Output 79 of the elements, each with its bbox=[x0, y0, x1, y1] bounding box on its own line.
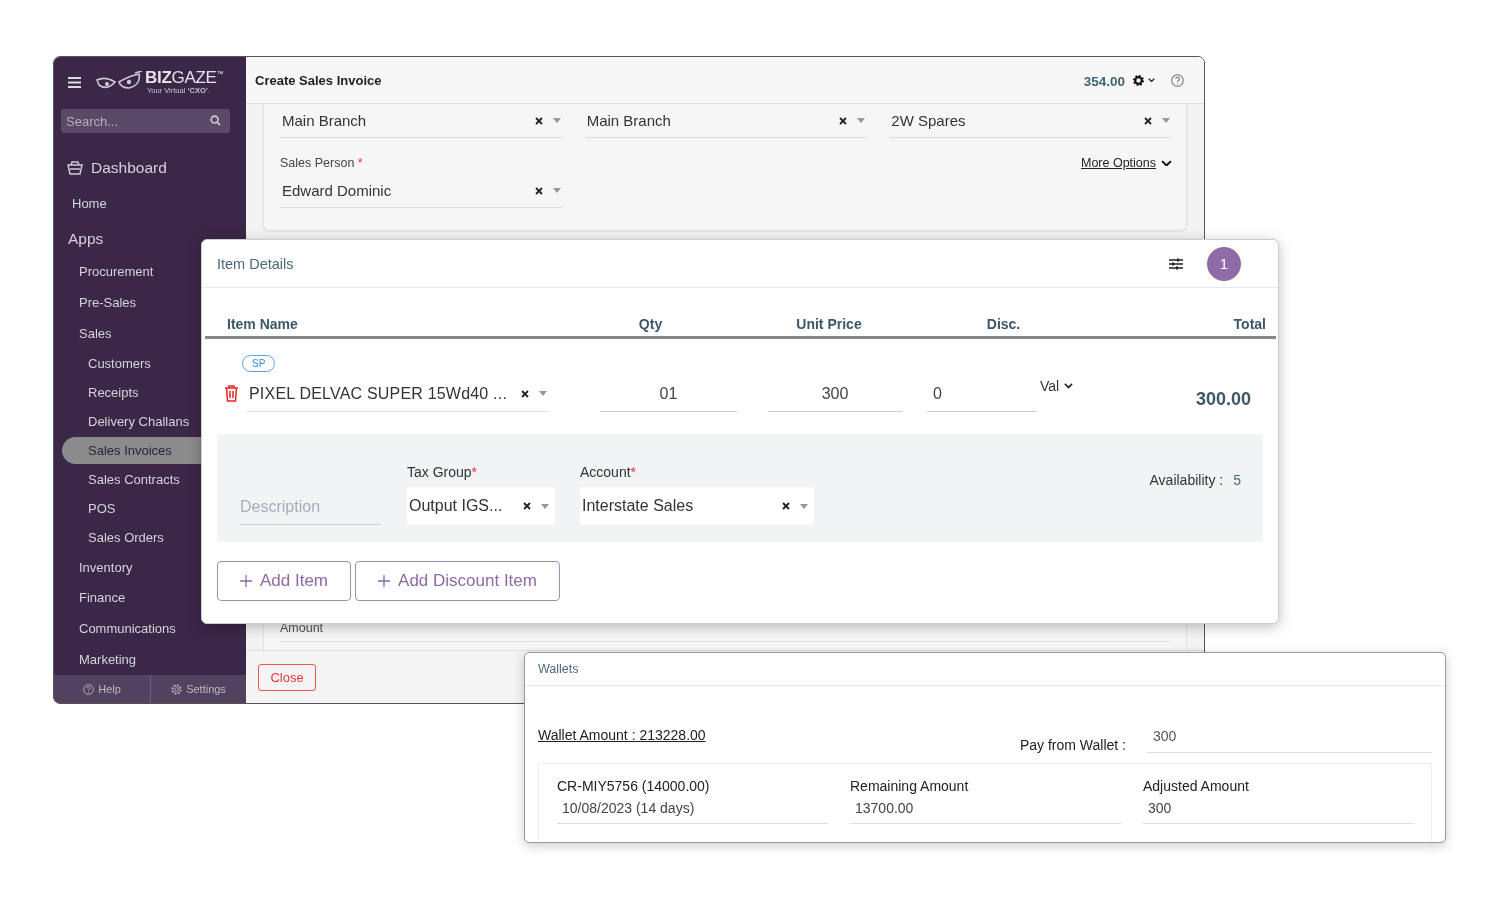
qty-field[interactable]: 01 bbox=[600, 376, 737, 412]
balance-amount: 354.00 bbox=[1083, 74, 1125, 89]
wallet-date: 10/08/2023 (14 days) bbox=[557, 800, 828, 824]
clear-icon[interactable] bbox=[535, 186, 543, 195]
help-link[interactable]: Help bbox=[54, 675, 150, 703]
plus-icon bbox=[240, 575, 252, 587]
discount-type-dropdown[interactable]: Val bbox=[1037, 368, 1100, 404]
page-title: Create Sales Invoice bbox=[255, 72, 383, 88]
caret-icon bbox=[857, 118, 866, 123]
caret-icon bbox=[541, 503, 549, 509]
column-header: Unit Price bbox=[795, 316, 863, 332]
help-icon[interactable] bbox=[1171, 73, 1184, 87]
select-field[interactable]: 2W Spares bbox=[889, 104, 1172, 138]
unit-price-field[interactable]: 300 bbox=[768, 376, 902, 412]
account-select[interactable]: Interstate Sales bbox=[580, 487, 814, 525]
caret-icon bbox=[553, 188, 561, 193]
field-label: Remaining Amount bbox=[850, 778, 970, 794]
select-field[interactable]: Edward Dominic bbox=[280, 174, 563, 208]
clear-icon[interactable] bbox=[1144, 116, 1152, 125]
caret-icon bbox=[539, 391, 547, 396]
column-header: Qty bbox=[637, 316, 664, 332]
add-item-button[interactable]: Add Item bbox=[217, 561, 352, 601]
adjusted-amount-field[interactable]: 300 bbox=[1143, 800, 1414, 824]
brand-name: BIZGAZE$^{™}$ bbox=[145, 69, 224, 87]
trash-icon[interactable] bbox=[224, 385, 239, 402]
chevron-down-icon bbox=[1064, 383, 1074, 389]
clear-icon[interactable] bbox=[839, 116, 848, 125]
pay-amount-field[interactable]: 300 bbox=[1147, 724, 1432, 753]
select-field[interactable]: Main Branch bbox=[280, 104, 563, 138]
field-label: Sales Person bbox=[280, 156, 355, 170]
select-field[interactable]: Main Branch bbox=[584, 104, 868, 138]
nav-item[interactable]: Home bbox=[54, 185, 246, 222]
required-mark: * bbox=[357, 156, 363, 170]
panel-title: Wallets bbox=[538, 662, 579, 676]
chevron-down-icon bbox=[1148, 77, 1155, 83]
column-header: Disc. bbox=[985, 316, 1022, 332]
clear-icon[interactable] bbox=[523, 502, 531, 510]
menu-icon[interactable] bbox=[68, 76, 81, 88]
add-discount-item-button[interactable]: Add Discount Item bbox=[355, 561, 560, 601]
field-label: Tax Group bbox=[407, 464, 472, 480]
search-icon[interactable] bbox=[210, 115, 221, 126]
nav-item[interactable]: Marketing bbox=[54, 644, 246, 675]
column-header: Item Name bbox=[226, 316, 299, 332]
clear-icon[interactable] bbox=[521, 389, 529, 398]
availability-value: 5 bbox=[1233, 471, 1241, 488]
dialog-title: Item Details bbox=[217, 255, 295, 272]
sliders-icon[interactable] bbox=[1169, 257, 1183, 270]
discount-field[interactable]: 0 bbox=[927, 376, 1037, 412]
tax-group-select[interactable]: Output IGS... bbox=[407, 487, 555, 525]
column-header: Total bbox=[1232, 316, 1267, 332]
settings-dropdown[interactable] bbox=[1133, 74, 1155, 86]
gear-icon bbox=[1133, 74, 1144, 86]
search-field[interactable]: Search... bbox=[61, 109, 230, 133]
availability-label: Availability : bbox=[1149, 471, 1224, 488]
count-badge: 1 bbox=[1207, 246, 1241, 281]
remaining-amount-field: 13700.00 bbox=[850, 800, 1121, 824]
clear-icon[interactable] bbox=[534, 116, 543, 125]
caret-icon bbox=[800, 503, 808, 509]
nav-item[interactable]: Communications bbox=[54, 613, 246, 645]
chevron-down-icon bbox=[1161, 159, 1172, 167]
wallet-amount-link[interactable]: Wallet Amount : 213228.00 bbox=[538, 727, 706, 743]
field-label: Account bbox=[580, 464, 631, 480]
clear-icon[interactable] bbox=[782, 502, 790, 510]
help-icon bbox=[83, 683, 95, 695]
gear-icon bbox=[171, 683, 183, 695]
basket-icon bbox=[67, 161, 83, 176]
caret-icon bbox=[1162, 118, 1170, 123]
field-label: Adjusted Amount bbox=[1143, 778, 1250, 794]
field-label: Pay from Wallet : bbox=[1019, 737, 1126, 753]
item-select-field[interactable]: PIXEL DELVAC SUPER 15Wd40 ... bbox=[247, 376, 549, 412]
caret-icon bbox=[552, 118, 561, 123]
more-options-link[interactable]: More Options bbox=[1080, 156, 1172, 170]
plus-icon bbox=[378, 575, 391, 587]
required-mark: * bbox=[471, 464, 478, 480]
line-total: 300.00 bbox=[1194, 389, 1252, 410]
nav-item[interactable]: Dashboard bbox=[54, 151, 246, 186]
wallet-reference: CR-MIY5756 (14000.00) bbox=[557, 778, 711, 794]
required-mark: * bbox=[630, 464, 637, 480]
close-button[interactable]: Close bbox=[258, 663, 316, 691]
